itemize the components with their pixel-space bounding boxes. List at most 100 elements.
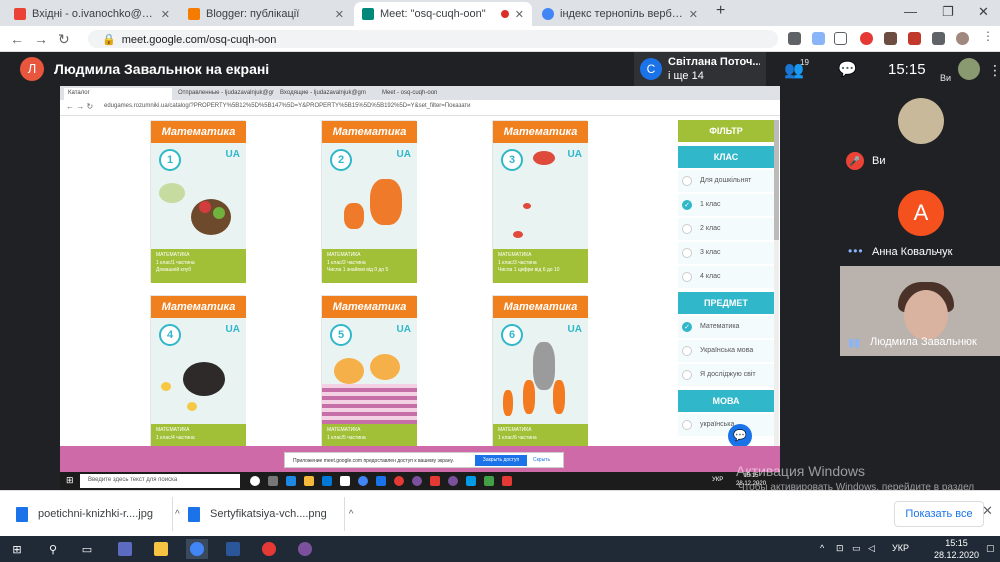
blogger-icon: [188, 8, 200, 20]
show-all-button[interactable]: Показать все: [894, 501, 984, 527]
filter-option[interactable]: українська: [678, 414, 774, 436]
puzzle-icon[interactable]: [932, 32, 945, 45]
lock-icon: 🔒: [102, 34, 116, 46]
chat-icon[interactable]: 💬: [838, 60, 857, 78]
tab-gmail[interactable]: Вхідні - o.ivanochko@ippo.edu.te ✕: [6, 2, 178, 26]
checkbox[interactable]: [682, 176, 692, 186]
close-icon[interactable]: ✕: [515, 8, 524, 21]
opera-ext-icon[interactable]: [860, 32, 873, 45]
back-icon[interactable]: ←: [10, 31, 24, 47]
download-item[interactable]: poetichni-knizhki-r....jpg ^: [16, 499, 180, 529]
chevron-up-icon[interactable]: ^: [175, 509, 180, 520]
card-number: 6: [501, 324, 523, 346]
close-icon[interactable]: ✕: [689, 8, 698, 21]
checkbox[interactable]: [682, 272, 692, 282]
kitten-image: [370, 354, 400, 380]
profile-avatar[interactable]: [956, 32, 969, 45]
ladybug-image: [533, 151, 555, 165]
card-illustration: 6 UA: [493, 318, 588, 424]
class-header: КЛАС: [678, 146, 774, 168]
checkbox[interactable]: ✓: [682, 200, 692, 210]
chrome-icon[interactable]: [186, 539, 208, 559]
windows-start-icon[interactable]: ⊞: [6, 539, 28, 559]
app-icon: [430, 476, 440, 486]
folder-icon[interactable]: [150, 539, 172, 559]
filter-option[interactable]: 3 клас: [678, 242, 774, 264]
checkbox[interactable]: ✓: [682, 322, 692, 332]
checkbox[interactable]: [682, 248, 692, 258]
card-illustration: 4 UA: [151, 318, 246, 424]
camera-icon[interactable]: [788, 32, 801, 45]
filter-option[interactable]: Я досліджую світ: [678, 364, 774, 386]
filter-option[interactable]: 2 клас: [678, 218, 774, 240]
network-icon[interactable]: ⊡: [836, 543, 844, 554]
filter-option[interactable]: ✓ 1 клас: [678, 194, 774, 216]
download-item[interactable]: Sertyfikatsiya-vch....png ^: [188, 499, 353, 529]
close-window-icon[interactable]: ✕: [978, 4, 989, 20]
filter-option[interactable]: Для дошкільнят: [678, 170, 774, 192]
filter-option[interactable]: Українська мова: [678, 340, 774, 362]
minimize-icon[interactable]: —: [904, 4, 917, 19]
card-number: 3: [501, 149, 523, 171]
image-file-icon: [16, 506, 28, 522]
scrollbar-thumb[interactable]: [774, 120, 779, 240]
system-clock[interactable]: 15:15 28.12.2020: [934, 538, 979, 561]
close-icon[interactable]: ✕: [335, 8, 344, 21]
tab-meet[interactable]: Meet: "osq-cuqh-oon" ✕: [354, 2, 532, 26]
tab-label: Meet: "osq-cuqh-oon": [380, 8, 486, 20]
chevron-up-icon[interactable]: ^: [349, 509, 354, 520]
filter-panel: ФІЛЬТР КЛАС Для дошкільнят ✓ 1 клас 2 кла…: [678, 120, 774, 450]
keyboard-language[interactable]: УКР: [892, 543, 909, 553]
save-app-icon[interactable]: [114, 539, 136, 559]
card-subject: МАТЕМАТИКА: [327, 427, 361, 433]
meet-icon: [362, 8, 374, 20]
chevron-up-icon[interactable]: ^: [820, 543, 824, 553]
maximize-icon[interactable]: ❐: [942, 4, 954, 20]
checkbox[interactable]: [682, 224, 692, 234]
shared-tab-strip: Каталог Отправленные - ljudazavalnjuk@gm…: [60, 86, 780, 100]
checkbox[interactable]: [682, 370, 692, 380]
windows-taskbar: ⊞ ⚲ ▭ ^ ⊡ ▭ ◁ УКР 15:15 28.12.2020 ▢: [0, 536, 1000, 562]
filter-option[interactable]: ✓ Математика: [678, 316, 774, 338]
translate-icon[interactable]: [812, 32, 825, 45]
more-options-icon[interactable]: ⋮: [988, 62, 1000, 79]
card-subject: МАТЕМАТИКА: [498, 427, 532, 433]
shared-tab: Meet - osq-cuqh-oon: [382, 90, 438, 96]
star-icon[interactable]: [834, 32, 847, 45]
volume-icon[interactable]: ◁: [868, 543, 875, 554]
tab-google[interactable]: індекс тернопіль вербицькаого ✕: [534, 2, 706, 26]
scrollbar[interactable]: [774, 120, 779, 450]
checkbox[interactable]: [682, 346, 692, 356]
viber-icon[interactable]: [294, 539, 316, 559]
stop-sharing-button[interactable]: Закрыть доступ: [475, 455, 527, 466]
notifications-icon[interactable]: ▢: [986, 543, 995, 554]
card-number: 4: [159, 324, 181, 346]
chat-bubble-icon[interactable]: 💬: [728, 424, 752, 448]
task-view-icon[interactable]: ▭: [76, 539, 98, 559]
reload-icon[interactable]: ↻: [58, 31, 70, 48]
card-title: Математика: [493, 296, 588, 318]
new-tab-button[interactable]: +: [716, 2, 725, 20]
close-downloads-icon[interactable]: ✕: [982, 503, 993, 519]
checkbox[interactable]: [682, 420, 692, 430]
filter-option[interactable]: 4 клас: [678, 266, 774, 288]
close-icon[interactable]: ✕: [161, 8, 170, 21]
audio-level-icon: ▮▮: [848, 337, 861, 349]
menu-dots-icon[interactable]: ⋮: [982, 29, 995, 43]
card-footer: МАТЕМАТИКА 1 клас/1 частина Домашній клу…: [151, 249, 246, 283]
option-label: 3 клас: [700, 249, 721, 256]
battery-icon[interactable]: ▭: [852, 543, 861, 554]
search-icon[interactable]: ⚲: [42, 539, 64, 559]
opera-icon[interactable]: [258, 539, 280, 559]
self-avatar[interactable]: [958, 58, 980, 80]
tab-blogger[interactable]: Blogger: публікації ✕: [180, 2, 352, 26]
card-illustration: 3 UA: [493, 143, 588, 249]
word-icon[interactable]: [222, 539, 244, 559]
ext-icon[interactable]: [908, 32, 921, 45]
shield-ext-icon[interactable]: [884, 32, 897, 45]
speaking-icon: •••: [848, 244, 864, 258]
url-bar[interactable]: 🔒 meet.google.com/osq-cuqh-oon: [88, 30, 778, 48]
squirrel-image: [344, 203, 364, 229]
hide-notice-button[interactable]: Скрыть: [533, 455, 550, 466]
forward-icon[interactable]: →: [34, 31, 48, 47]
